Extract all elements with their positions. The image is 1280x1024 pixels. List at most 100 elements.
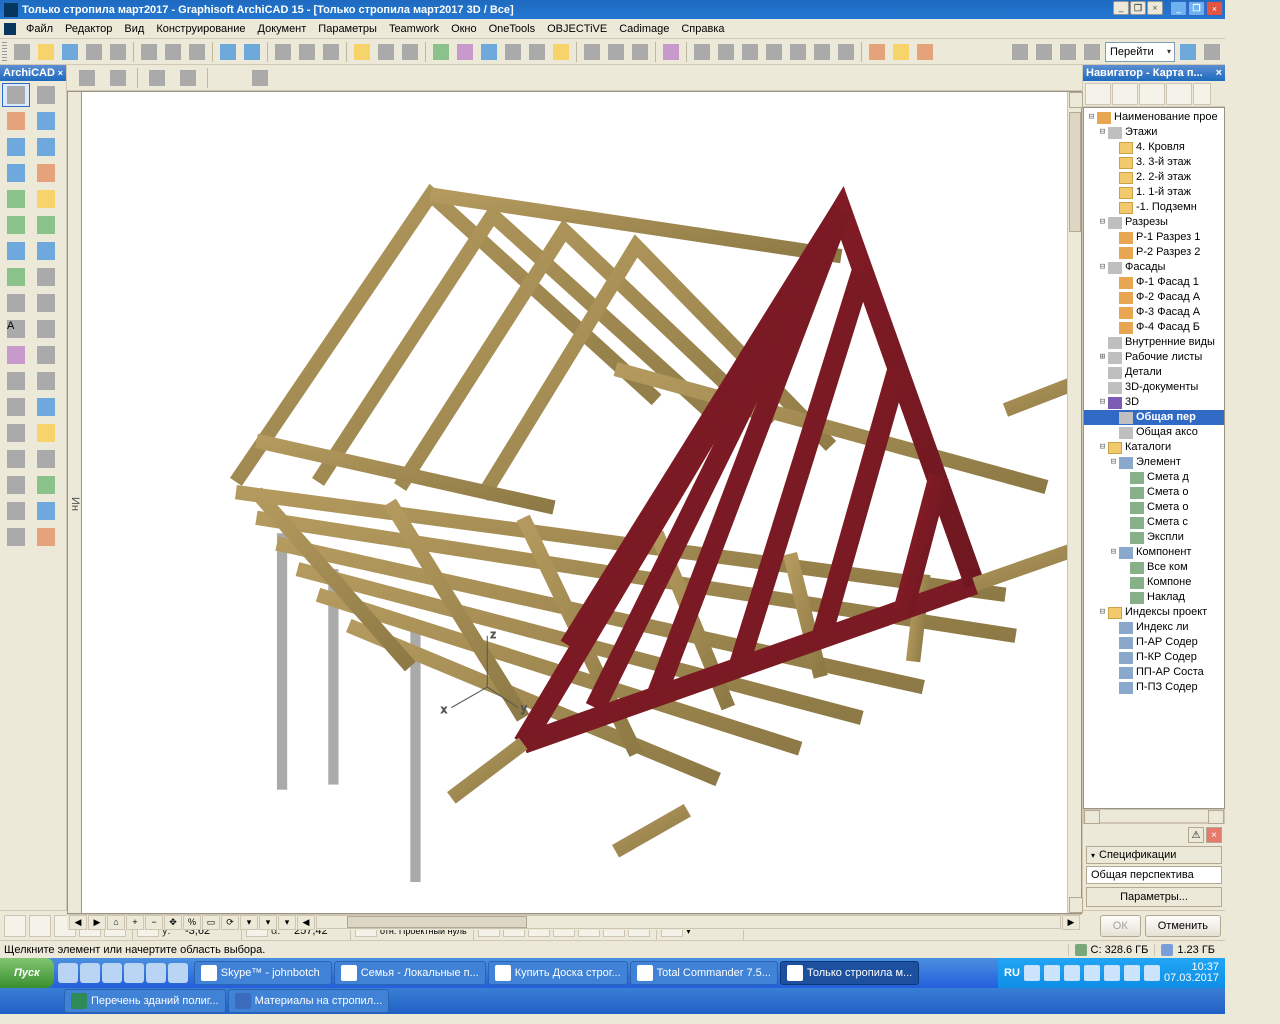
window-tool[interactable] [2, 161, 30, 185]
orbit-button[interactable]: ⟳ [221, 915, 239, 930]
zoom-in-button[interactable]: + [126, 915, 144, 930]
menu-document[interactable]: Документ [252, 21, 313, 37]
save-button[interactable] [59, 41, 81, 63]
task-button[interactable]: Материалы на стропил... [228, 989, 390, 1013]
nav-delete-button[interactable]: × [1206, 827, 1222, 843]
ql-icon[interactable] [146, 963, 166, 983]
column-tool[interactable] [2, 135, 30, 159]
slab-tool[interactable] [2, 213, 30, 237]
menu-help[interactable]: Справка [675, 21, 730, 37]
origin-icon[interactable] [4, 915, 26, 937]
dropper-button[interactable] [296, 41, 318, 63]
close-button[interactable]: × [1206, 1, 1223, 16]
fill-tool[interactable] [2, 343, 30, 367]
section-tool[interactable] [2, 447, 30, 471]
tray-icon[interactable] [1144, 965, 1160, 981]
menu-window[interactable]: Окно [445, 21, 483, 37]
menu-file[interactable]: Файл [20, 21, 59, 37]
detail-tool[interactable] [2, 499, 30, 523]
shell-tool[interactable] [32, 239, 60, 263]
paste-button[interactable] [186, 41, 208, 63]
tray-icon[interactable] [1104, 965, 1120, 981]
print-button[interactable] [107, 41, 129, 63]
menu-design[interactable]: Конструирование [150, 21, 251, 37]
section-button[interactable] [478, 41, 500, 63]
arc-tool[interactable] [32, 369, 60, 393]
preview-button[interactable] [890, 41, 912, 63]
task-button[interactable]: Skype™ - johnbotch [194, 961, 332, 985]
text-tool[interactable]: A [2, 317, 30, 341]
tray-icon[interactable] [1064, 965, 1080, 981]
inject-button[interactable] [320, 41, 342, 63]
nav-warning-button[interactable]: ⚠ [1188, 827, 1204, 843]
minimize-button[interactable]: _ [1170, 1, 1187, 16]
tray-icon[interactable] [1044, 965, 1060, 981]
navigator-tree[interactable]: ⊟Наименование прое ⊟Этажи 4. Кровля 3. 3… [1083, 107, 1225, 809]
view-menu[interactable]: ▾ [259, 915, 277, 930]
draw3-button[interactable] [739, 41, 761, 63]
zone-tool[interactable] [32, 421, 60, 445]
menu-objective[interactable]: OBJECTiVE [541, 21, 613, 37]
ql-icon[interactable] [102, 963, 122, 983]
elev-tool[interactable] [32, 447, 60, 471]
nav-menu-button[interactable] [1193, 83, 1211, 105]
task-button[interactable]: Total Commander 7.5... [630, 961, 778, 985]
nav-mode2-button[interactable] [1112, 83, 1138, 105]
marquee-tool[interactable] [32, 83, 60, 107]
draw2-button[interactable] [715, 41, 737, 63]
orbit-button[interactable] [1177, 41, 1199, 63]
maximize-button[interactable]: ❐ [1188, 1, 1205, 16]
lang-indicator[interactable]: RU [1004, 967, 1020, 979]
vertical-tab[interactable]: Ин [68, 92, 82, 913]
label-tool[interactable] [32, 317, 60, 341]
menu-cadimage[interactable]: Cadimage [613, 21, 675, 37]
navigator-hscrollbar[interactable] [1083, 809, 1225, 823]
menu-teamwork[interactable]: Teamwork [383, 21, 445, 37]
params-button[interactable]: Параметры... [1086, 887, 1222, 907]
start-button[interactable]: Пуск [0, 958, 54, 988]
nav-next-button[interactable]: ▶ [88, 915, 106, 930]
horizontal-scrollbar[interactable] [316, 915, 1061, 929]
layers-button[interactable] [430, 41, 452, 63]
list-button[interactable] [914, 41, 936, 63]
redo-button[interactable] [241, 41, 263, 63]
toolbox-header[interactable]: ArchiCAD × [0, 65, 66, 81]
zoomrect-button[interactable]: ▭ [202, 915, 220, 930]
zoom100-button[interactable]: % [183, 915, 201, 930]
nav-mode3-button[interactable] [1139, 83, 1165, 105]
circle-tool[interactable] [2, 369, 30, 393]
door-tool[interactable] [32, 161, 60, 185]
clock[interactable]: 10:37 07.03.2017 [1164, 962, 1219, 984]
nav-mode4-button[interactable] [1166, 83, 1192, 105]
grid-icon[interactable] [29, 915, 51, 937]
menu-options[interactable]: Параметры [312, 21, 383, 37]
pan-button[interactable]: ✥ [164, 915, 182, 930]
arrow-tool[interactable] [2, 83, 30, 107]
roof-tool[interactable] [2, 239, 30, 263]
dim-tool[interactable] [32, 265, 60, 289]
zoom-fit-button[interactable]: ⌂ [107, 915, 125, 930]
menu-onetools[interactable]: OneTools [483, 21, 541, 37]
curtainwall-tool[interactable] [32, 109, 60, 133]
nav-prev-button[interactable]: ◀ [69, 915, 87, 930]
menu-edit[interactable]: Редактор [59, 21, 118, 37]
geo4-button[interactable] [174, 67, 202, 89]
sun-button[interactable] [550, 41, 572, 63]
worksheet-tool[interactable] [32, 473, 60, 497]
magic-button[interactable] [660, 41, 682, 63]
tray-icon[interactable] [1084, 965, 1100, 981]
level-tool[interactable] [32, 291, 60, 315]
draw4-button[interactable] [763, 41, 785, 63]
line-tool[interactable] [32, 343, 60, 367]
task-button-active[interactable]: Только стропила м... [780, 961, 919, 985]
ql-icon[interactable] [168, 963, 188, 983]
interior-tool[interactable] [2, 473, 30, 497]
open-button[interactable] [35, 41, 57, 63]
tray-icon[interactable] [1024, 965, 1040, 981]
trace-button[interactable] [629, 41, 651, 63]
look-button[interactable] [502, 41, 524, 63]
scroll-right[interactable]: ▶ [1062, 915, 1080, 930]
view1-button[interactable] [1009, 41, 1031, 63]
task-button[interactable]: Перечень зданий полиг... [64, 989, 226, 1013]
undo-button[interactable] [217, 41, 239, 63]
